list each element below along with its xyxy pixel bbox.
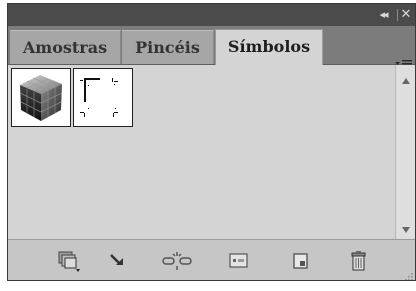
scroll-up-button[interactable] (396, 75, 415, 91)
scroll-down-arrow-icon (401, 227, 410, 233)
break-link-icon (162, 252, 192, 270)
symbol-libraries-menu-icon (58, 251, 80, 272)
collapse-to-icons-button[interactable]: ◂◂ (373, 7, 393, 23)
delete-symbol-button[interactable] (346, 249, 372, 273)
tab-amostras[interactable]: Amostras (10, 30, 121, 64)
crop-marks-icon (80, 78, 118, 117)
tab-bar: Amostras Pincéis Símbolos (8, 26, 415, 68)
new-symbol-button[interactable] (288, 249, 314, 273)
symbol-swatch-cube[interactable] (11, 68, 71, 127)
panel-bottom-toolbar (8, 239, 415, 280)
symbols-panel: ◂◂ ✕ Amostras Pincéis Símbolos (7, 3, 416, 281)
tab-pinceis[interactable]: Pincéis (122, 30, 214, 64)
place-symbol-instance-icon (110, 254, 123, 265)
vertical-scrollbar[interactable] (395, 65, 415, 240)
place-symbol-instance-button[interactable] (106, 249, 132, 273)
tab-simbolos[interactable]: Símbolos (215, 29, 323, 65)
delete-symbol-icon (351, 251, 366, 271)
scroll-down-button[interactable] (396, 224, 415, 240)
panel-title-bar: ◂◂ ✕ (8, 4, 415, 27)
symbol-options-button[interactable] (226, 249, 252, 273)
scroll-up-arrow-icon (401, 78, 410, 84)
symbol-libraries-menu-button[interactable] (56, 249, 82, 273)
cube-icon (19, 75, 63, 121)
symbol-swatch-crop-marks[interactable] (73, 68, 133, 127)
close-panel-button[interactable]: ✕ (399, 7, 413, 23)
break-link-button[interactable] (160, 249, 192, 273)
resize-grip-icon (405, 273, 413, 280)
symbols-grid (8, 65, 395, 240)
new-symbol-icon (293, 253, 308, 269)
resize-grip[interactable] (402, 267, 414, 280)
title-bar-separator (397, 9, 398, 21)
symbol-options-icon (229, 253, 248, 268)
